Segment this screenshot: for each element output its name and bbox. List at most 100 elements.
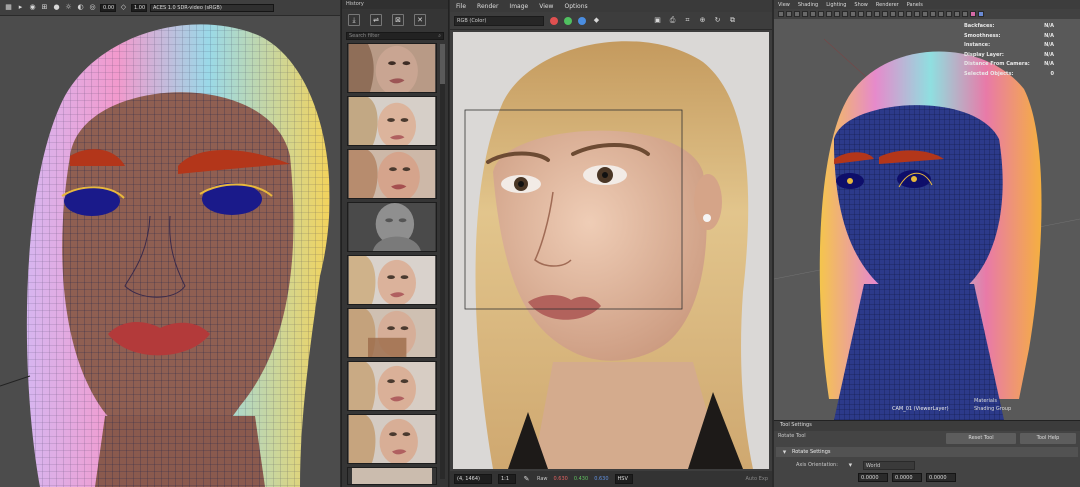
menu-image[interactable]: Image xyxy=(509,3,528,10)
lighting-icon[interactable]: ☼ xyxy=(64,3,73,12)
snapshot-icon[interactable]: ⤓ xyxy=(348,14,360,26)
color-space-dropdown[interactable]: ACES 1.0 SDR-video (sRGB) xyxy=(150,3,274,12)
bookmark-icon[interactable] xyxy=(786,11,792,17)
frame-scale-field[interactable]: 1.00 xyxy=(131,3,147,12)
alpha-icon[interactable]: ◆ xyxy=(592,16,601,25)
reset-tool-button[interactable]: Reset Tool xyxy=(946,433,1016,444)
scrollbar-thumb[interactable] xyxy=(440,44,445,84)
menu-show[interactable]: Show xyxy=(854,2,868,8)
refresh-icon[interactable]: ↻ xyxy=(713,16,722,25)
menu-file[interactable]: File xyxy=(456,3,466,10)
save-image-icon[interactable]: ⎙ xyxy=(668,16,677,25)
menu-lighting[interactable]: Lighting xyxy=(826,2,846,8)
crop-icon[interactable]: ⌗ xyxy=(683,16,692,25)
history-thumbnail[interactable] xyxy=(347,149,437,199)
color-management-icon[interactable] xyxy=(954,11,960,17)
xray-icon[interactable]: ◎ xyxy=(88,3,97,12)
close-icon[interactable]: ✕ xyxy=(414,14,426,26)
ratio-dropdown[interactable]: 1:1 xyxy=(498,474,516,484)
chevron-down-icon[interactable]: ▾ xyxy=(846,461,855,470)
textured-icon[interactable] xyxy=(874,11,880,17)
shadow-icon[interactable]: ◐ xyxy=(76,3,85,12)
grid-icon[interactable]: ▦ xyxy=(4,3,13,12)
history-thumbnail[interactable] xyxy=(347,255,437,305)
camera-icon[interactable]: ◉ xyxy=(28,3,37,12)
channel-select[interactable]: RGB (Color) xyxy=(454,15,544,26)
image-plane-icon[interactable] xyxy=(794,11,800,17)
color-mode-dropdown[interactable]: HSV xyxy=(614,474,633,484)
menu-view[interactable]: View xyxy=(539,3,553,10)
film-gate-icon[interactable] xyxy=(810,11,816,17)
rotate-settings-section[interactable]: ▾ Rotate Settings xyxy=(776,447,1078,457)
xray-icon[interactable] xyxy=(930,11,936,17)
history-thumbnail[interactable] xyxy=(347,361,437,411)
hud-label: Backfaces: xyxy=(964,23,995,29)
menu-shading[interactable]: Shading xyxy=(798,2,818,8)
select-icon[interactable]: ▸ xyxy=(16,3,25,12)
hud-value: 0 xyxy=(1050,70,1054,77)
pink-tool-icon[interactable] xyxy=(970,11,976,17)
layers-icon[interactable]: ⧉ xyxy=(728,16,737,25)
safe-action-icon[interactable] xyxy=(842,11,848,17)
ao-icon[interactable] xyxy=(898,11,904,17)
history-thumbnail[interactable] xyxy=(347,43,437,93)
raw-blue-value: 0.630 xyxy=(594,476,609,482)
rotate-z-field[interactable]: 0.0000 xyxy=(926,472,956,482)
left-wireframe-viewport[interactable]: ▦ ▸ ◉ ⊞ ● ☼ ◐ ◎ 0.00 ◇ 1.00 ACES 1.0 SDR… xyxy=(0,0,340,487)
camera-icon[interactable] xyxy=(778,11,784,17)
history-thumbnail[interactable] xyxy=(347,96,437,146)
zoom-icon[interactable]: ⊕ xyxy=(698,16,707,25)
history-thumbnail[interactable] xyxy=(347,414,437,464)
history-thumbnail[interactable] xyxy=(347,202,437,252)
hud-label: Selected Objects: xyxy=(964,70,1014,77)
menu-renderer[interactable]: Renderer xyxy=(876,2,899,8)
aa-icon[interactable] xyxy=(906,11,912,17)
menu-options[interactable]: Options xyxy=(564,3,587,10)
compare-icon[interactable]: ⇌ xyxy=(370,14,382,26)
lights-icon[interactable] xyxy=(882,11,888,17)
history-thumbnail[interactable] xyxy=(347,467,437,485)
menu-view[interactable]: View xyxy=(778,2,790,8)
rotate-y-field[interactable]: 0.0000 xyxy=(892,472,922,482)
gamma-icon[interactable]: ◇ xyxy=(119,3,128,12)
blue-tool-icon[interactable] xyxy=(978,11,984,17)
axis-orientation-dropdown[interactable]: World xyxy=(862,460,915,470)
gate-mask-icon[interactable] xyxy=(826,11,832,17)
wireframe-head-model xyxy=(0,24,330,487)
settings-icon[interactable] xyxy=(962,11,968,17)
wireframe-icon[interactable] xyxy=(858,11,864,17)
menu-render[interactable]: Render xyxy=(477,3,498,10)
grid-icon[interactable] xyxy=(802,11,808,17)
shadows-icon[interactable] xyxy=(890,11,896,17)
eyedropper-icon[interactable]: ✎ xyxy=(522,475,531,484)
field-chart-icon[interactable] xyxy=(834,11,840,17)
wireframe-icon[interactable]: ⊞ xyxy=(40,3,49,12)
maya-viewport[interactable]: View Shading Lighting Show Renderer Pane… xyxy=(774,0,1080,420)
shaded-icon[interactable]: ● xyxy=(52,3,61,12)
rotate-x-field[interactable]: 0.0000 xyxy=(858,472,888,482)
resolution-gate-icon[interactable] xyxy=(818,11,824,17)
red-channel-icon[interactable] xyxy=(550,16,558,25)
green-channel-icon[interactable] xyxy=(564,16,572,25)
xray-joints-icon[interactable] xyxy=(938,11,944,17)
frame-start-field[interactable]: 0.00 xyxy=(100,3,116,12)
history-thumbnail[interactable] xyxy=(347,308,437,358)
render-image[interactable] xyxy=(453,32,769,469)
hud-label: Smoothness: xyxy=(964,32,1001,39)
delete-icon[interactable]: ⊠ xyxy=(392,14,404,26)
dof-icon[interactable] xyxy=(914,11,920,17)
history-search-input[interactable]: Search filter ⌕ xyxy=(346,32,444,40)
expand-arrow-icon[interactable]: ▾ xyxy=(780,448,789,457)
raw-green-value: 0.430 xyxy=(573,476,589,482)
blue-channel-icon[interactable] xyxy=(578,16,586,25)
safe-title-icon[interactable] xyxy=(850,11,856,17)
smooth-shade-icon[interactable] xyxy=(866,11,872,17)
history-scrollbar[interactable] xyxy=(440,44,445,479)
tool-settings-tab[interactable]: Tool Settings xyxy=(774,421,1080,431)
menu-panels[interactable]: Panels xyxy=(907,2,923,8)
tool-help-button[interactable]: Tool Help xyxy=(1020,433,1076,444)
render-region-icon[interactable]: ▣ xyxy=(653,16,662,25)
isolate-icon[interactable] xyxy=(922,11,928,17)
gamma-icon[interactable] xyxy=(946,11,952,17)
search-icon[interactable]: ⌕ xyxy=(438,33,441,40)
